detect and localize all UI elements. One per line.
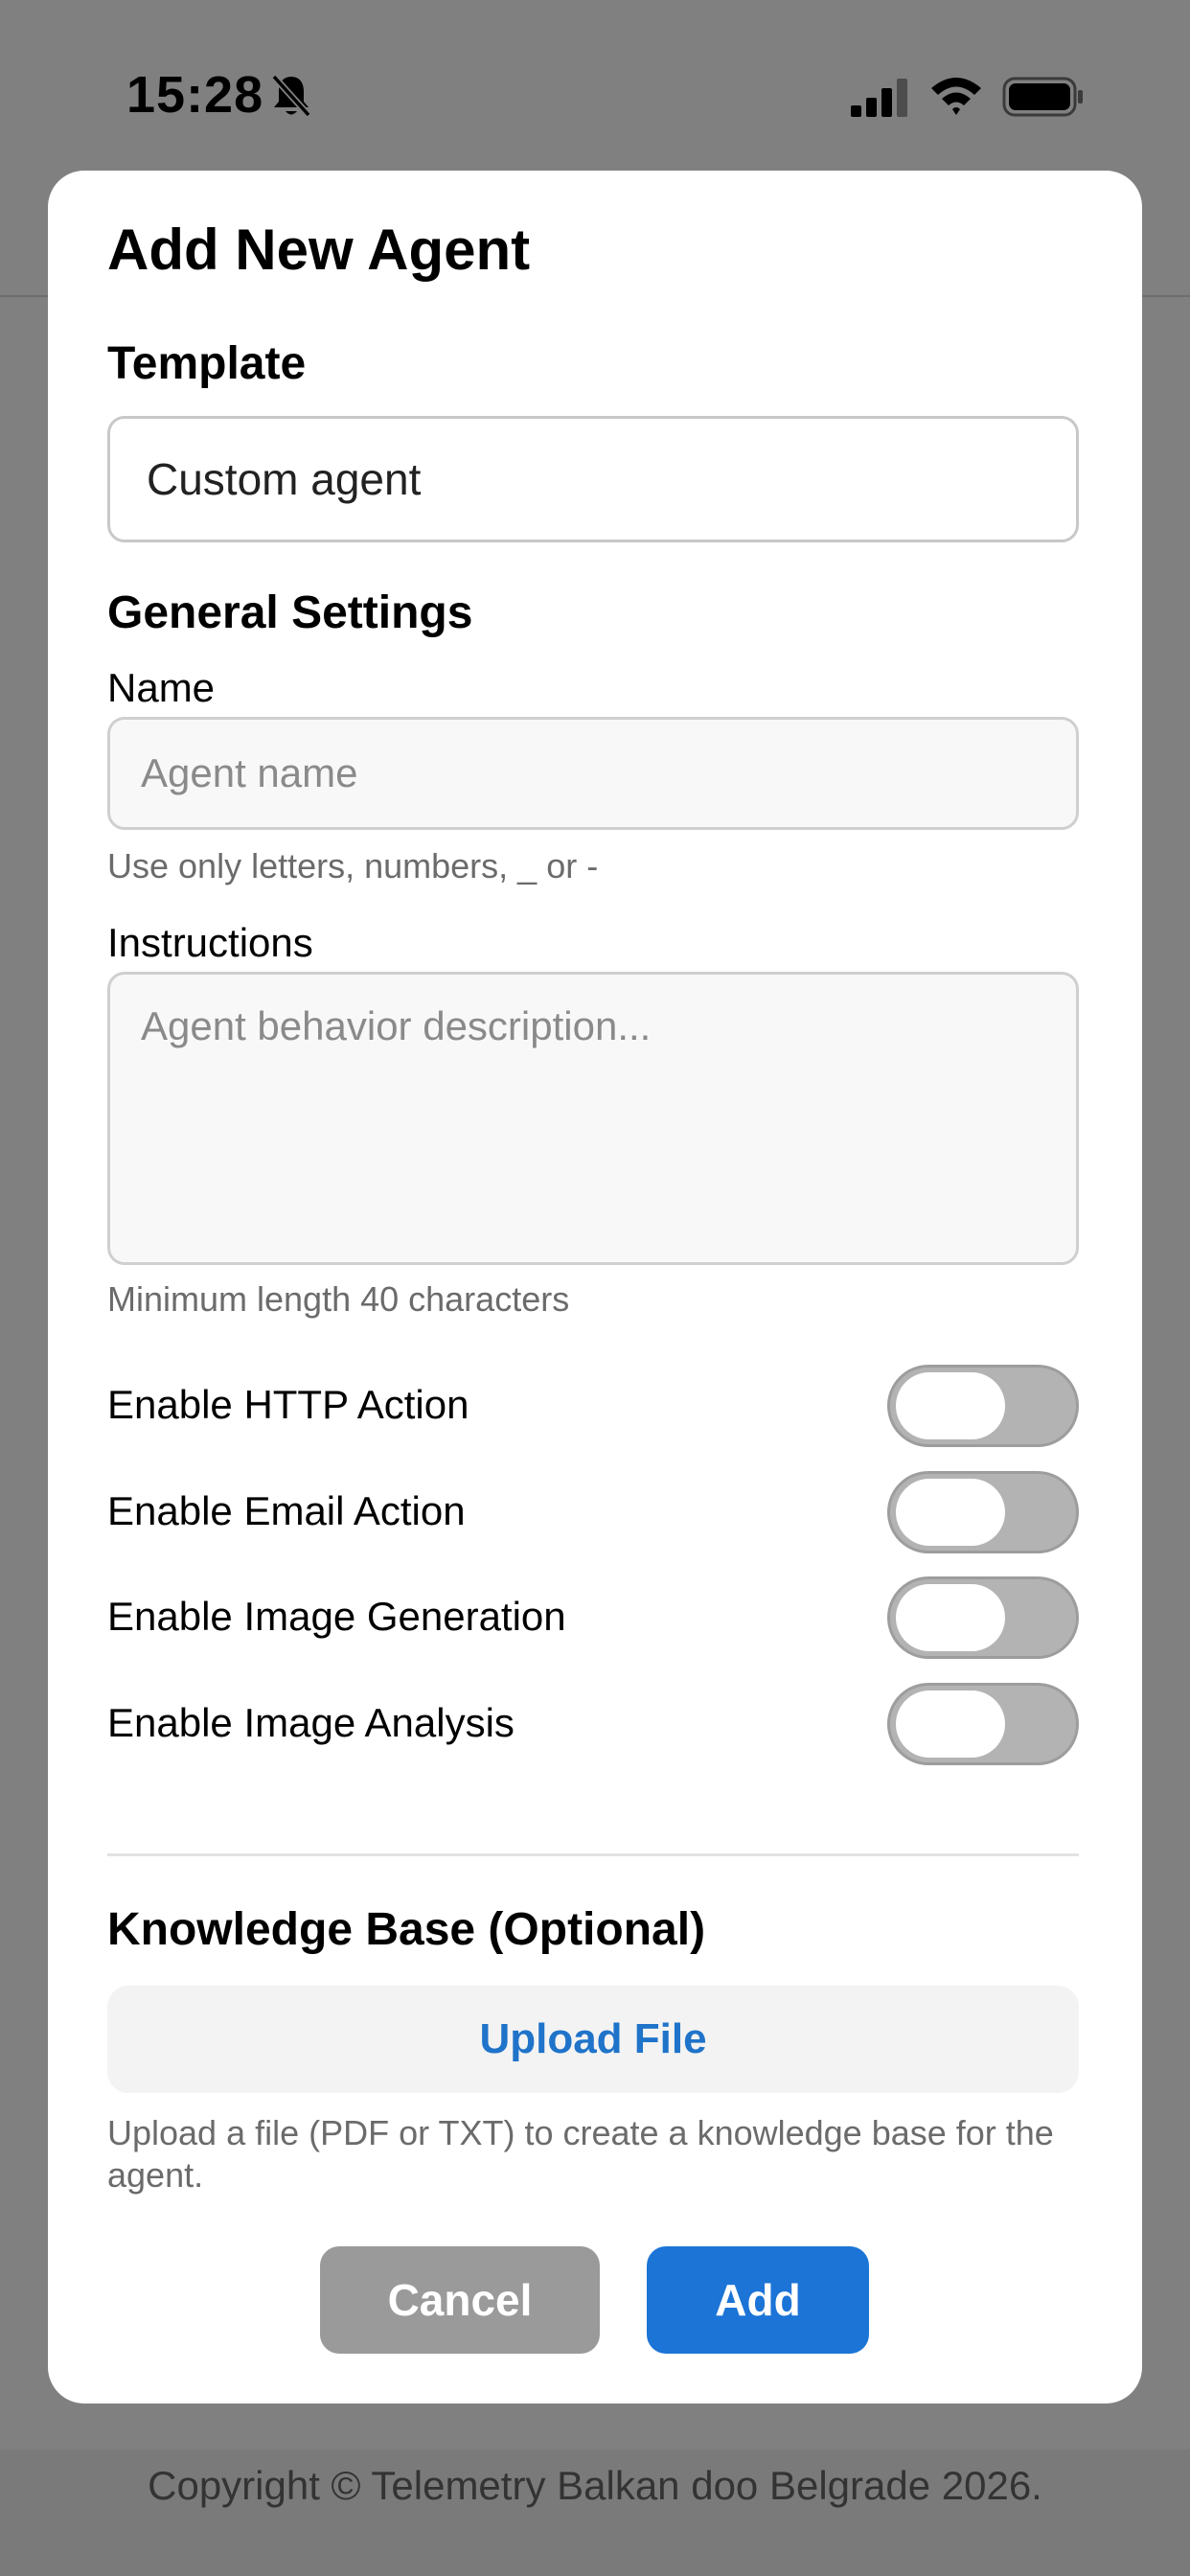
instructions-hint: Minimum length 40 characters (107, 1279, 570, 1319)
status-time: 15:28 (126, 66, 264, 124)
toggle-row-image-generation: Enable Image Generation (107, 1576, 1079, 1659)
knowledge-base-label: Knowledge Base (Optional) (107, 1904, 706, 1955)
toggle-row-email-action: Enable Email Action (107, 1471, 1079, 1553)
knowledge-base-hint: Upload a file (PDF or TXT) to create a k… (107, 2113, 1054, 2195)
cancel-button[interactable]: Cancel (320, 2246, 600, 2354)
switch-knob (896, 1479, 1005, 1546)
template-section-label: Template (107, 338, 307, 389)
toggle-label: Enable Email Action (107, 1488, 466, 1533)
general-settings-label: General Settings (107, 587, 473, 638)
image-generation-switch[interactable] (887, 1576, 1079, 1659)
wifi-icon (931, 78, 981, 115)
status-bar: 15:28 (0, 0, 1190, 192)
image-analysis-switch[interactable] (887, 1683, 1079, 1765)
toggle-label: Enable Image Generation (107, 1594, 566, 1639)
upload-file-button[interactable]: Upload File (107, 1986, 1079, 2093)
switch-knob (896, 1690, 1005, 1758)
toggle-row-http-action: Enable HTTP Action (107, 1365, 1079, 1447)
toggle-label: Enable Image Analysis (107, 1700, 515, 1745)
cellular-signal-icon (851, 79, 907, 117)
switch-knob (896, 1584, 1005, 1651)
http-action-switch[interactable] (887, 1365, 1079, 1447)
copyright-text: Copyright © Telemetry Balkan doo Belgrad… (148, 2463, 1042, 2508)
instructions-textarea[interactable] (107, 972, 1079, 1265)
battery-icon (1002, 77, 1083, 117)
agent-name-input[interactable] (107, 717, 1079, 830)
template-select[interactable]: Custom agent (107, 416, 1079, 542)
add-agent-modal: Add New Agent Template Custom agent Gene… (48, 171, 1142, 2404)
add-button[interactable]: Add (647, 2246, 869, 2354)
name-label: Name (107, 665, 216, 710)
instructions-label: Instructions (107, 920, 313, 965)
modal-title: Add New Agent (107, 218, 531, 282)
name-hint: Use only letters, numbers, _ or - (107, 846, 599, 886)
switch-knob (896, 1372, 1005, 1439)
section-divider (107, 1853, 1079, 1856)
email-action-switch[interactable] (887, 1471, 1079, 1553)
bell-slash-icon (271, 74, 311, 118)
toggle-row-image-analysis: Enable Image Analysis (107, 1683, 1079, 1765)
toggle-label: Enable HTTP Action (107, 1382, 469, 1427)
